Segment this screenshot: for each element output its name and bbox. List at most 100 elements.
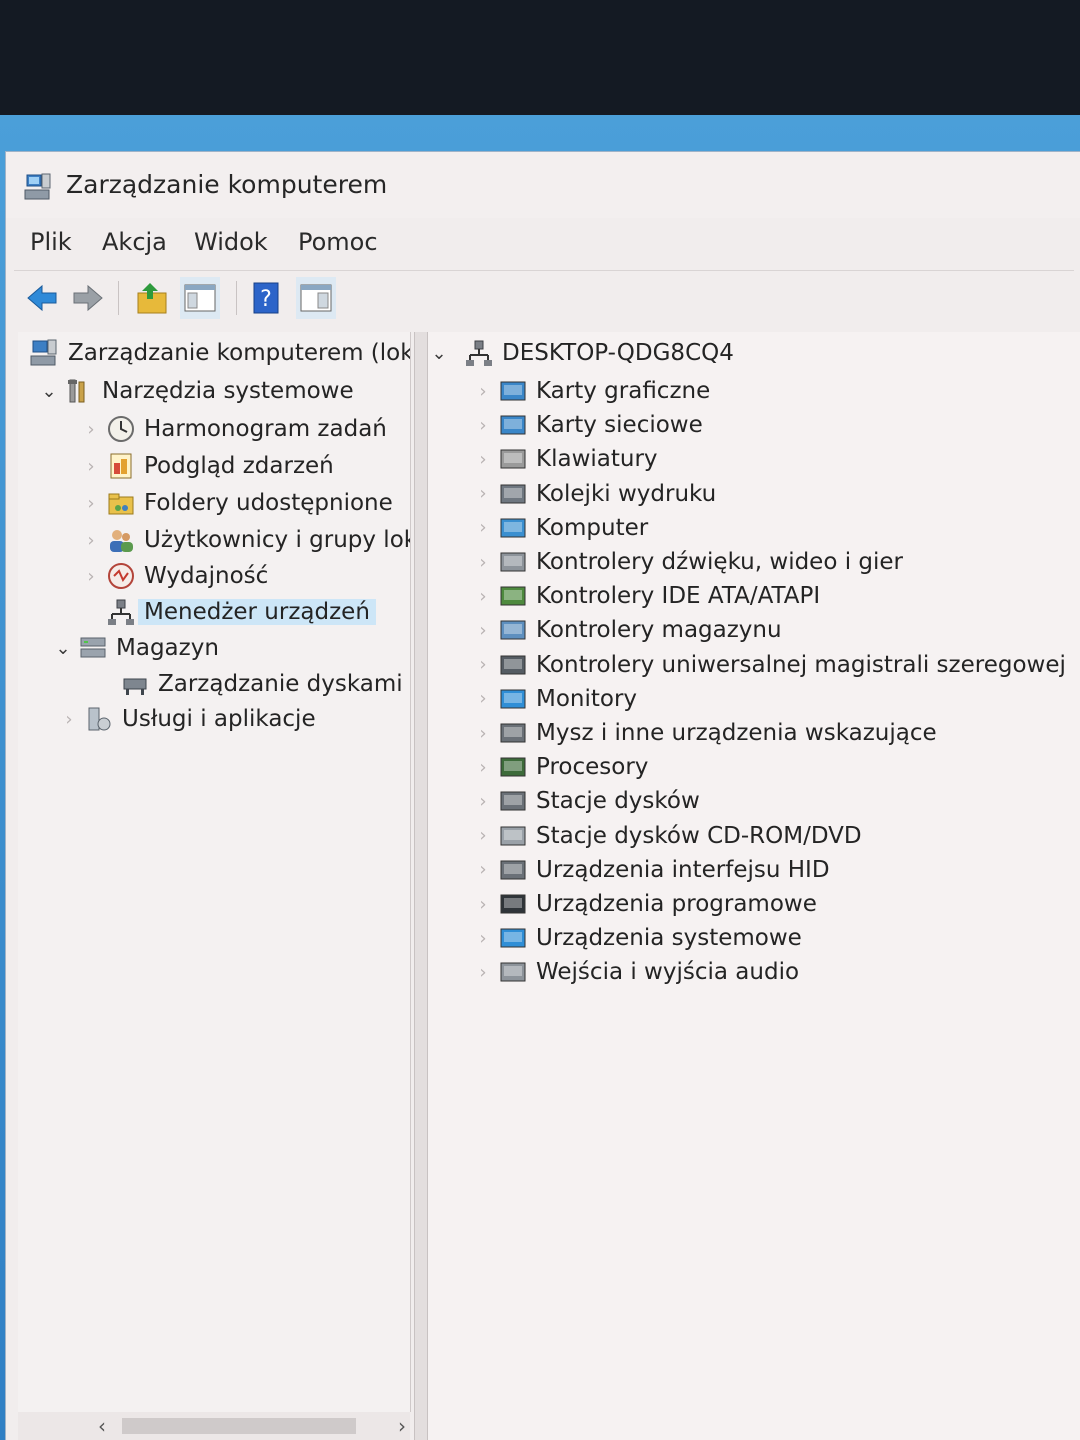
chevron-right-icon[interactable]: › [472,893,494,915]
device-category-item[interactable]: › Kontrolery uniwersalnej magistrali szer… [472,648,1066,682]
tree-item-task-scheduler[interactable]: › Harmonogram zadań [80,412,387,446]
chevron-right-icon[interactable]: › [472,380,494,402]
device-category-item[interactable]: › Kolejki wydruku [472,477,716,511]
tree-item-device-manager[interactable]: Menedżer urządzeń [102,595,376,629]
chevron-right-icon[interactable]: › [80,565,102,587]
device-category-label: Kontrolery uniwersalnej magistrali szere… [536,651,1066,678]
device-category-label: Procesory [536,754,649,781]
device-list-pane[interactable]: ⌄ DESKTOP-QDG8CQ4 › Karty graficzne › Karty… [428,332,1080,1440]
scroll-right-icon[interactable]: › [398,1414,406,1438]
up-folder-icon[interactable] [132,277,172,319]
device-manager-icon [108,599,134,625]
tree-item-disk-management[interactable]: Zarządzanie dyskami [116,667,403,701]
tools-icon [68,379,85,403]
chevron-right-icon[interactable]: › [472,448,494,470]
chevron-right-icon[interactable]: › [80,492,102,514]
chevron-right-icon[interactable]: › [472,414,494,436]
chevron-right-icon[interactable]: › [472,722,494,744]
device-category-label: Kolejki wydruku [536,480,717,507]
chevron-right-icon[interactable]: › [472,585,494,607]
device-category-item[interactable]: › Kontrolery IDE ATA/ATAPI [472,579,820,613]
tree-item-event-viewer[interactable]: › Podgląd zdarzeń [80,449,333,483]
device-category-item[interactable]: › Urządzenia systemowe [472,921,801,955]
device-category-item[interactable]: › Urządzenia interfejsu HID [472,853,829,887]
chevron-down-icon[interactable]: ⌄ [428,342,450,364]
device-category-item[interactable]: › Karty graficzne [472,374,710,408]
chevron-down-icon[interactable]: ⌄ [52,637,74,659]
chevron-right-icon[interactable]: › [472,790,494,812]
computer-icon [500,518,526,538]
show-hide-tree-icon[interactable] [180,277,220,319]
chevron-right-icon[interactable]: › [472,517,494,539]
network-adapter-icon [500,415,526,435]
device-category-label: Kontrolery IDE ATA/ATAPI [536,583,821,610]
menu-akcja[interactable]: Akcja [102,228,167,256]
device-category-item[interactable]: › Komputer [472,511,648,545]
chevron-down-icon[interactable]: ⌄ [38,380,60,402]
chevron-right-icon[interactable]: › [472,927,494,949]
toolbar-separator [118,281,119,315]
device-category-item[interactable]: › Mysz i inne urządzenia wskazujące [472,716,936,750]
console-tree-pane[interactable]: Zarządzanie komputerem (loka ⌄ Narzędzia… [18,332,411,1412]
tree-item-shared-folders[interactable]: › Foldery udostępnione [80,486,392,520]
device-category-label: Karty graficzne [536,378,711,404]
tree-label: Magazyn [116,635,219,661]
device-category-label: Karty sieciowe [536,412,703,439]
device-category-item[interactable]: › Kontrolery dźwięku, wideo i gier [472,545,903,579]
device-category-item[interactable]: › Procesory [472,750,648,784]
tree-item-users-groups[interactable]: › Użytkownicy i grupy lok [80,523,410,557]
shared-folder-icon [108,493,134,515]
chevron-right-icon[interactable]: › [472,859,494,881]
services-icon [88,707,111,731]
chevron-right-icon[interactable]: › [472,619,494,641]
title-bar[interactable]: Zarządzanie komputerem [6,152,1080,218]
device-category-item[interactable]: › Klawiatury [472,442,657,476]
tree-item-services-apps[interactable]: › Usługi i aplikacje [58,702,316,736]
chevron-right-icon[interactable]: › [472,483,494,505]
tree-label: Harmonogram zadań [144,416,387,442]
tree-label: Usługi i aplikacje [122,706,316,732]
device-category-item[interactable]: › Karty sieciowe [472,408,703,442]
tree-root[interactable]: Zarządzanie komputerem (loka [26,336,410,370]
device-category-item[interactable]: › Monitory [472,682,637,716]
horizontal-scrollbar[interactable]: ‹ › [18,1412,410,1440]
device-category-label: Kontrolery dźwięku, wideo i gier [536,549,904,575]
forward-arrow-icon[interactable] [68,277,108,319]
properties-icon[interactable] [296,277,336,319]
device-category-item[interactable]: › Kontrolery magazynu [472,613,781,647]
tree-item-storage[interactable]: ⌄ Magazyn [52,631,219,665]
tree-item-performance[interactable]: › Wydajność [80,559,268,593]
computer-management-window: Zarządzanie komputerem Plik Akcja Widok … [6,152,1080,1440]
chevron-right-icon[interactable]: › [80,529,102,551]
chevron-right-icon[interactable]: › [80,418,102,440]
menu-widok[interactable]: Widok [194,228,268,256]
back-arrow-icon[interactable] [22,277,62,319]
chevron-right-icon[interactable]: › [472,756,494,778]
menu-pomoc[interactable]: Pomoc [298,228,378,256]
device-category-item[interactable]: › Urządzenia programowe [472,887,816,921]
chevron-right-icon[interactable]: › [80,455,102,477]
chevron-right-icon[interactable]: › [472,551,494,573]
device-category-item[interactable]: › Stacje dysków CD-ROM/DVD [472,819,861,853]
chevron-right-icon[interactable]: › [472,825,494,847]
tree-item-system-tools[interactable]: ⌄ Narzędzia systemowe [38,374,354,408]
audio-io-icon [500,962,526,982]
help-icon[interactable]: ? [246,277,286,319]
chevron-right-icon[interactable]: › [472,961,494,983]
scrollbar-thumb[interactable] [122,1418,356,1434]
chevron-right-icon[interactable]: › [58,708,80,730]
menu-plik[interactable]: Plik [30,228,72,256]
scroll-left-icon[interactable]: ‹ [98,1414,106,1438]
chevron-right-icon[interactable]: › [472,654,494,676]
device-category-label: Wejścia i wyjścia audio [536,959,800,986]
pane-splitter[interactable] [414,332,428,1440]
keyboard-icon [500,449,526,469]
computer-tower-icon [466,340,492,366]
device-category-item[interactable]: › Wejścia i wyjścia audio [472,955,799,989]
chevron-right-icon[interactable]: › [472,688,494,710]
tree-label: Zarządzanie dyskami [158,671,403,697]
device-tree-root[interactable]: ⌄ DESKTOP-QDG8CQ4 [428,336,734,370]
device-category-item[interactable]: › Stacje dysków [472,784,699,818]
tree-label: Narzędzia systemowe [102,378,354,404]
processor-icon [500,757,526,777]
